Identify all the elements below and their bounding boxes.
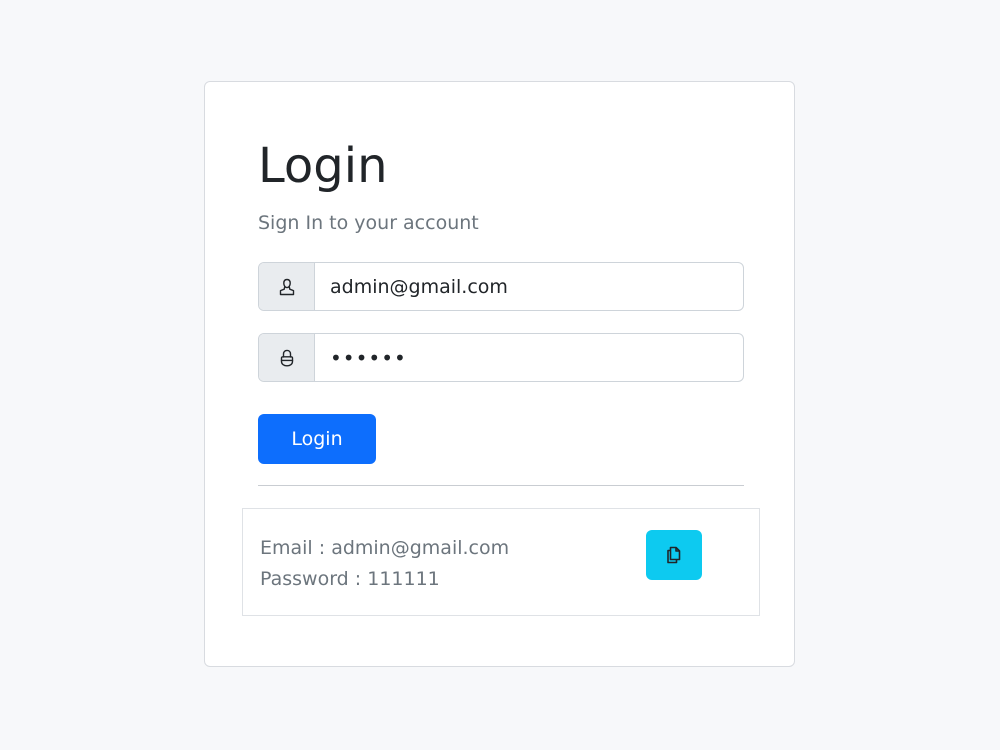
password-input-group — [258, 333, 744, 382]
demo-email-text: Email : admin@gmail.com — [260, 537, 510, 559]
page-title: Login — [258, 138, 388, 194]
lock-icon — [259, 334, 315, 381]
login-card: Login Sign In to your account Login Emai… — [204, 81, 795, 667]
email-input-group — [258, 262, 744, 311]
email-input[interactable] — [315, 263, 743, 310]
divider — [258, 485, 744, 486]
user-icon — [259, 263, 315, 310]
page-subtitle: Sign In to your account — [258, 212, 479, 234]
demo-credentials-box: Email : admin@gmail.com Password : 11111… — [242, 508, 760, 616]
copy-credentials-button[interactable] — [646, 530, 702, 580]
password-input[interactable] — [315, 334, 743, 381]
copy-icon — [664, 545, 684, 565]
login-button[interactable]: Login — [258, 414, 376, 464]
demo-password-text: Password : 111111 — [260, 568, 440, 590]
